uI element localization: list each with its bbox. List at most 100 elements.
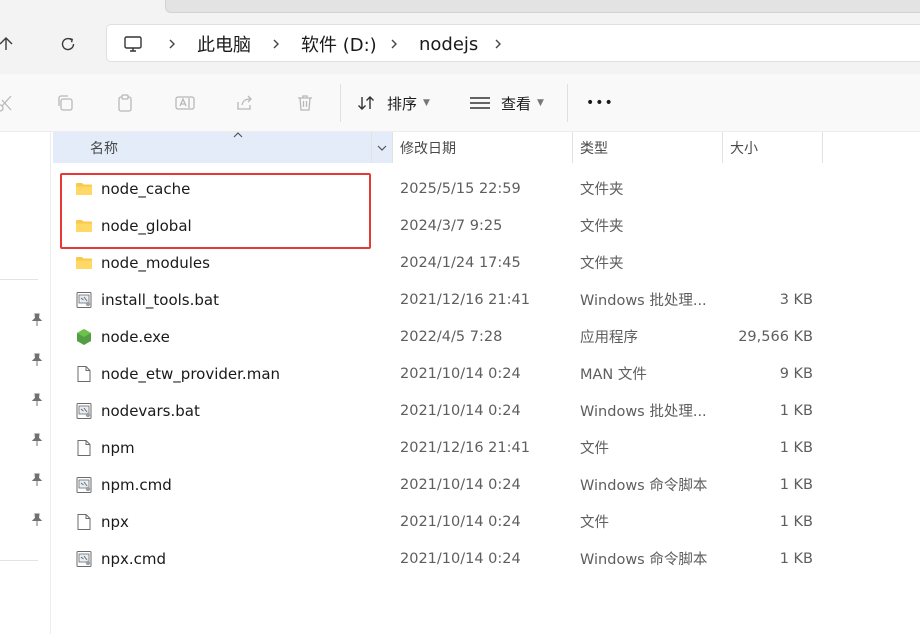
file-name: node_modules xyxy=(101,253,210,272)
file-row[interactable]: node_modules 2024/1/24 17:45 文件夹 xyxy=(53,244,823,281)
file-row[interactable]: npm 2021/12/16 21:41 文件 1 KB xyxy=(53,429,823,466)
batch-file-icon xyxy=(75,402,93,420)
view-button[interactable]: 查看 ▼ xyxy=(469,92,544,114)
file-modified-date: 2021/10/14 0:24 xyxy=(400,365,521,382)
sidebar-divider xyxy=(0,279,38,280)
breadcrumb-chevron-icon[interactable] xyxy=(493,25,503,63)
view-list-icon xyxy=(469,95,491,111)
toolbar-divider xyxy=(340,84,341,122)
breadcrumb-this-pc[interactable]: 此电脑 xyxy=(197,25,251,63)
column-separator[interactable] xyxy=(572,132,573,163)
batch-file-icon xyxy=(75,291,93,309)
command-bar: 排序 ▼ 查看 ▼ ••• xyxy=(0,74,920,132)
chevron-down-icon: ▼ xyxy=(537,98,544,108)
sort-button[interactable]: 排序 ▼ xyxy=(357,92,430,114)
file-type: Windows 批处理... xyxy=(580,404,707,420)
share-icon[interactable] xyxy=(234,92,256,114)
file-name: npm.cmd xyxy=(101,475,172,494)
file-row[interactable]: node.exe 2022/4/5 7:28 应用程序 29,566 KB xyxy=(53,318,823,355)
file-size: 1 KB xyxy=(779,476,813,493)
sort-ascending-icon xyxy=(233,132,243,138)
file-type: 文件 xyxy=(580,441,609,457)
breadcrumb-chevron-icon xyxy=(167,25,177,63)
file-modified-date: 2021/10/14 0:24 xyxy=(400,402,521,419)
file-row[interactable]: npx 2021/10/14 0:24 文件 1 KB xyxy=(53,503,823,540)
file-type: 文件夹 xyxy=(580,256,624,272)
chevron-down-icon[interactable] xyxy=(376,144,388,152)
tab-edge xyxy=(165,0,920,13)
column-separator[interactable] xyxy=(722,132,723,163)
file-name: nodevars.bat xyxy=(101,401,200,420)
navigation-pane xyxy=(0,132,51,634)
file-modified-date: 2022/4/5 7:28 xyxy=(400,328,503,345)
sidebar-divider xyxy=(0,560,38,561)
pin-icon[interactable] xyxy=(30,433,44,447)
address-bar[interactable]: 此电脑 软件 (D:) nodejs xyxy=(106,24,920,62)
rename-icon[interactable] xyxy=(174,92,196,114)
delete-icon[interactable] xyxy=(294,92,316,114)
file-name: node_etw_provider.man xyxy=(101,364,281,383)
file-type: Windows 命令脚本 xyxy=(580,478,708,494)
breadcrumb-nodejs[interactable]: nodejs xyxy=(419,25,478,63)
paste-icon[interactable] xyxy=(114,92,136,114)
up-arrow-icon[interactable] xyxy=(0,30,20,58)
file-type: 文件 xyxy=(580,515,609,531)
file-name: npm xyxy=(101,438,135,457)
file-row[interactable]: nodevars.bat 2021/10/14 0:24 Windows 批处理..… xyxy=(53,392,823,429)
column-separator[interactable] xyxy=(371,132,372,163)
file-modified-date: 2021/12/16 21:41 xyxy=(400,439,530,456)
file-name: npx xyxy=(101,512,129,531)
file-row[interactable]: node_etw_provider.man 2021/10/14 0:24 MAN … xyxy=(53,355,823,392)
pin-icon[interactable] xyxy=(30,473,44,487)
file-row[interactable]: npx.cmd 2021/10/14 0:24 Windows 命令脚本 1 KB xyxy=(53,540,823,577)
breadcrumb-chevron-icon xyxy=(271,25,281,63)
file-modified-date: 2021/10/14 0:24 xyxy=(400,476,521,493)
file-type: Windows 命令脚本 xyxy=(580,552,708,568)
file-modified-date: 2021/10/14 0:24 xyxy=(400,550,521,567)
sort-icon xyxy=(357,94,379,112)
file-type: MAN 文件 xyxy=(580,367,647,383)
batch-file-icon xyxy=(75,476,93,494)
nodejs-icon xyxy=(75,328,93,346)
column-header-name[interactable]: 名称 xyxy=(90,132,118,163)
file-row[interactable]: install_tools.bat 2021/12/16 21:41 Windows… xyxy=(53,281,823,318)
batch-file-icon xyxy=(75,550,93,568)
column-header-size[interactable]: 大小 xyxy=(730,132,758,163)
more-options-button[interactable]: ••• xyxy=(586,92,614,114)
file-type: 文件夹 xyxy=(580,182,624,198)
pin-icon[interactable] xyxy=(30,353,44,367)
pin-icon[interactable] xyxy=(30,513,44,527)
file-size: 29,566 KB xyxy=(738,328,813,345)
chevron-down-icon: ▼ xyxy=(423,98,430,108)
file-modified-date: 2021/10/14 0:24 xyxy=(400,513,521,530)
file-icon xyxy=(75,439,93,457)
column-header-modified[interactable]: 修改日期 xyxy=(400,132,456,163)
this-pc-icon[interactable] xyxy=(123,25,143,63)
file-name: install_tools.bat xyxy=(101,290,219,309)
file-type: 应用程序 xyxy=(580,330,638,346)
column-separator[interactable] xyxy=(392,132,393,163)
cut-icon[interactable] xyxy=(0,92,16,114)
file-modified-date: 2024/3/7 9:25 xyxy=(400,217,503,234)
highlight-annotation xyxy=(60,173,371,249)
file-size: 9 KB xyxy=(779,365,813,382)
breadcrumb-drive-d[interactable]: 软件 (D:) xyxy=(301,25,377,63)
file-size: 1 KB xyxy=(779,513,813,530)
file-modified-date: 2024/1/24 17:45 xyxy=(400,254,521,271)
copy-icon[interactable] xyxy=(54,92,76,114)
file-type: 文件夹 xyxy=(580,219,624,235)
pin-icon[interactable] xyxy=(30,313,44,327)
file-size: 1 KB xyxy=(779,550,813,567)
sort-label: 排序 xyxy=(387,94,418,113)
file-row[interactable]: npm.cmd 2021/10/14 0:24 Windows 命令脚本 1 KB xyxy=(53,466,823,503)
refresh-icon[interactable] xyxy=(54,30,82,58)
column-header-type[interactable]: 类型 xyxy=(580,132,608,163)
file-name: node.exe xyxy=(101,327,170,346)
file-name: npx.cmd xyxy=(101,549,167,568)
view-label: 查看 xyxy=(501,94,532,113)
breadcrumb-chevron-icon xyxy=(389,25,399,63)
pin-icon[interactable] xyxy=(30,393,44,407)
file-modified-date: 2025/5/15 22:59 xyxy=(400,180,521,197)
file-size: 1 KB xyxy=(779,439,813,456)
column-separator[interactable] xyxy=(822,132,823,163)
